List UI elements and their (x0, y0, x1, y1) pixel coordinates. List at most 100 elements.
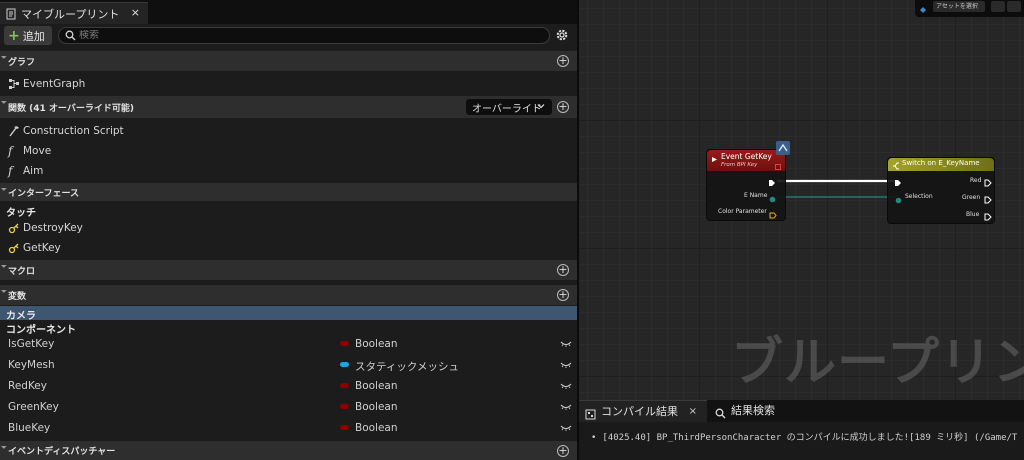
event-delegate-pin[interactable] (775, 160, 781, 173)
eye-closed-icon[interactable] (560, 423, 572, 435)
exec-out-pin[interactable] (768, 177, 776, 190)
node-subtitle: From BPI Key (721, 162, 758, 168)
variable-row[interactable]: GreenKey Boolean (0, 397, 577, 417)
variable-row[interactable]: KeyMesh スタティックメッシュ (0, 355, 577, 375)
variable-row[interactable]: BlueKey Boolean (0, 418, 577, 438)
bottom-tab-bar: コンパイル結果 × 結果検索 (579, 400, 1024, 422)
variable-row[interactable]: RedKey Boolean (0, 376, 577, 396)
section-graphs[interactable]: グラフ + (0, 51, 577, 71)
search-box[interactable] (58, 27, 550, 44)
add-function-button[interactable]: + (557, 101, 569, 113)
compiler-results-icon (585, 406, 596, 427)
close-icon[interactable]: × (131, 6, 140, 19)
variable-type: Boolean (355, 380, 398, 392)
section-variables-label: 変数 (8, 291, 27, 302)
function-item-move[interactable]: f Move (0, 141, 577, 161)
compiler-results-panel: コンパイル結果 × 結果検索 • [4025.40] BP_ThirdPerson… (579, 400, 1024, 460)
add-macro-button[interactable]: + (557, 264, 569, 276)
search-input[interactable] (79, 30, 549, 41)
eye-closed-icon[interactable] (560, 402, 572, 414)
panel-toolbar: + 追加 (0, 25, 577, 47)
override-label: オーバーライド (472, 103, 542, 115)
compile-message: • [4025.40] BP_ThirdPersonCharacter のコンパイ… (591, 430, 1017, 443)
graph-editor[interactable]: アセットを選択 Event GetKey From BPI Key E Name… (579, 0, 1024, 400)
switch-icon (892, 160, 900, 173)
variable-type: Boolean (355, 422, 398, 434)
interface-item-destroykey[interactable]: DestroyKey (0, 218, 577, 238)
pin-label: Color Parameter (718, 208, 767, 215)
exec-out-pin[interactable] (984, 211, 992, 224)
section-event-dispatchers[interactable]: イベントディスパッチャー + (0, 441, 577, 460)
add-event-dispatcher-button[interactable]: + (557, 444, 569, 457)
variable-name: IsGetKey (8, 338, 55, 350)
add-button-label: 追加 (22, 29, 45, 43)
type-color-pill (340, 341, 349, 346)
tab-label: コンパイル結果 (601, 405, 678, 418)
selection-in-pin[interactable] (895, 194, 902, 207)
eye-closed-icon[interactable] (560, 360, 572, 372)
section-event-dispatchers-label: イベントディスパッチャー (8, 447, 116, 457)
variable-name: RedKey (8, 380, 47, 392)
variable-category-camera[interactable]: カメラ (0, 306, 577, 322)
interface-category-touch[interactable]: タッチ (0, 203, 577, 219)
function-item-label: Aim (23, 165, 44, 177)
section-macros[interactable]: マクロ + (0, 260, 577, 280)
function-item-label: Move (23, 145, 52, 157)
graph-item-label: EventGraph (23, 78, 86, 90)
variable-category-component[interactable]: コンポーネント (0, 320, 577, 336)
tab-title: マイブループリント (21, 7, 120, 21)
section-interfaces[interactable]: インターフェース (0, 183, 577, 201)
eye-closed-icon[interactable] (560, 339, 572, 351)
switch-node[interactable]: Switch on E_KeyName Selection Red Green … (887, 157, 995, 224)
exec-out-pin[interactable] (984, 194, 992, 207)
variable-name: KeyMesh (8, 359, 55, 371)
interface-event-icon (8, 242, 20, 254)
function-icon: f (8, 164, 13, 178)
interface-badge-icon (775, 140, 791, 159)
variable-type: スタティックメッシュ (355, 361, 459, 373)
variable-name: GreenKey (8, 401, 59, 413)
blueprint-icon (6, 8, 16, 20)
function-item-construction-script[interactable]: Construction Script (0, 121, 577, 141)
exec-in-pin[interactable] (894, 177, 902, 190)
section-interfaces-label: インターフェース (8, 188, 80, 199)
type-color-pill (340, 425, 349, 430)
plus-icon: + (8, 27, 20, 44)
eye-closed-icon[interactable] (560, 381, 572, 393)
exec-out-pin[interactable] (984, 177, 992, 190)
blueprint-watermark: ブループリント (731, 333, 1024, 393)
tab-compiler-results[interactable]: コンパイル結果 × (579, 400, 707, 422)
variable-row[interactable]: IsGetKey Boolean (0, 334, 577, 354)
function-icon: f (8, 144, 13, 158)
add-graph-button[interactable]: + (557, 55, 569, 67)
interface-item-getkey[interactable]: GetKey (0, 238, 577, 258)
compile-message-text: [4025.40] BP_ThirdPersonCharacter のコンパイル… (602, 433, 1018, 443)
type-color-pill (340, 404, 349, 409)
close-icon[interactable]: × (689, 401, 697, 422)
pin-label: Green (962, 194, 981, 201)
function-item-aim[interactable]: f Aim (0, 161, 577, 181)
bullet-icon: • (591, 433, 597, 443)
override-dropdown[interactable]: オーバーライド (466, 99, 552, 115)
add-variable-button[interactable]: + (557, 289, 569, 301)
graph-item-eventgraph[interactable]: EventGraph (0, 74, 577, 94)
node-title: Switch on E_KeyName (902, 159, 980, 167)
search-icon (715, 405, 726, 426)
node-title: Event GetKey (721, 152, 772, 161)
struct-out-pin[interactable] (769, 209, 777, 222)
pin-label: Red (970, 177, 982, 184)
section-variables[interactable]: 変数 + (0, 285, 577, 305)
interface-item-label: DestroyKey (23, 222, 83, 234)
tab-find-results[interactable]: 結果検索 (711, 400, 775, 422)
section-graphs-label: グラフ (8, 57, 36, 68)
add-button[interactable]: + 追加 (4, 26, 52, 45)
enum-out-pin[interactable] (769, 193, 776, 206)
section-functions[interactable]: 関数 (41 オーバーライド可能) オーバーライド + (0, 96, 577, 118)
my-blueprint-panel: マイブループリント × + 追加 グラフ + EventGraph (0, 0, 577, 460)
event-getkey-node[interactable]: Event GetKey From BPI Key E Name Color P… (706, 149, 786, 221)
gear-icon[interactable] (555, 28, 569, 45)
tab-my-blueprint[interactable]: マイブループリント × (0, 2, 148, 24)
pin-label: E Name (744, 192, 768, 199)
tab-label: 結果検索 (731, 404, 775, 417)
pin-label: Selection (905, 193, 933, 200)
